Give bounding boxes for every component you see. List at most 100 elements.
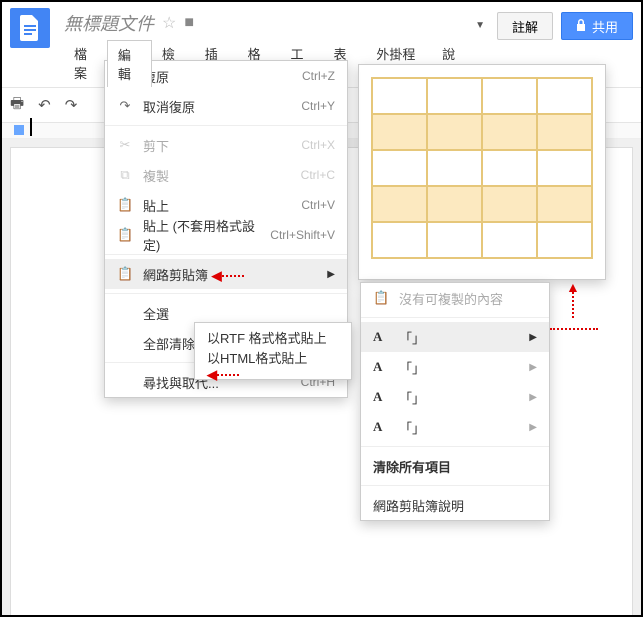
table-cell[interactable] (427, 186, 482, 222)
menu-paste-shortcut: Ctrl+V (301, 198, 335, 212)
cut-icon: ✂ (117, 137, 133, 153)
table-preview-grid[interactable] (371, 77, 593, 259)
submenu-paste-html-label: 以HTML格式貼上 ◀ (207, 348, 339, 383)
submenu-arrow-icon: ▶ (529, 392, 537, 403)
share-button[interactable]: 共用 (561, 12, 633, 40)
clip-help-label: 網路剪貼簿說明 (373, 496, 537, 515)
copy-icon: ⧉ (117, 167, 133, 183)
annotation-arrow-icon: ◀ (212, 268, 244, 284)
table-cell[interactable] (372, 186, 427, 222)
menu-paste-nf-shortcut: Ctrl+Shift+V (270, 228, 335, 242)
menu-separator (361, 446, 549, 447)
table-cell[interactable] (482, 114, 537, 150)
table-cell[interactable] (537, 186, 592, 222)
submenu-arrow-icon: ▶ (529, 362, 537, 373)
paste-html-text: 以HTML格式貼上 (207, 351, 307, 366)
clip-item-3-label: 「」 (399, 388, 519, 407)
annotation-horizontal-arrow (550, 328, 598, 330)
submenu-arrow-icon: ▶ (327, 269, 335, 280)
table-cell[interactable] (537, 150, 592, 186)
table-cell[interactable] (537, 222, 592, 258)
menu-copy: ⧉ 複製 Ctrl+C (105, 160, 347, 190)
table-cell[interactable] (427, 114, 482, 150)
doc-title[interactable]: 無標題文件 (64, 10, 154, 36)
menu-cut: ✂ 剪下 Ctrl+X (105, 130, 347, 160)
folder-icon[interactable]: ■ (184, 14, 194, 32)
clip-item-1[interactable]: A 「」 ▶ (361, 322, 549, 352)
paste-icon: 📋 (117, 197, 133, 213)
lock-icon (576, 19, 586, 34)
clip-item-3[interactable]: A 「」 ▶ (361, 382, 549, 412)
menu-copy-label: 複製 (143, 166, 291, 185)
menu-web-clipboard[interactable]: 📋 網路剪貼簿 ◀ ▶ (105, 259, 347, 289)
print-icon[interactable]: 🖶 (10, 93, 24, 118)
annotation-vertical-arrow: ▲ (566, 282, 580, 318)
menu-paste-no-format[interactable]: 📋 貼上 (不套用格式設定) Ctrl+Shift+V (105, 220, 347, 250)
table-cell[interactable] (427, 78, 482, 114)
menu-file[interactable]: 檔案 (64, 40, 107, 87)
table-cell[interactable] (427, 222, 482, 258)
paste-format-submenu: 以RTF 格式格式貼上 以HTML格式貼上 ◀ (194, 322, 352, 380)
header-right: ▼ 註解 共用 (475, 8, 633, 40)
redo-toolbar-icon[interactable]: ↷ (65, 96, 78, 114)
table-cell[interactable] (537, 78, 592, 114)
clip-help[interactable]: 網路剪貼簿說明 (361, 490, 549, 520)
arrow-shaft (572, 292, 574, 318)
text-a-icon: A (373, 359, 389, 375)
clip-clear-all[interactable]: 清除所有項目 (361, 451, 549, 481)
menu-separator (105, 254, 347, 255)
submenu-arrow-icon: ▶ (529, 422, 537, 433)
ruler-indent-marker[interactable] (14, 125, 24, 135)
undo-toolbar-icon[interactable]: ↶ (38, 96, 51, 114)
clip-clear-all-label: 清除所有項目 (373, 457, 537, 476)
menu-cut-shortcut: Ctrl+X (301, 138, 335, 152)
clip-nothing-label: 沒有可複製的內容 (399, 289, 537, 308)
menu-copy-shortcut: Ctrl+C (301, 168, 335, 182)
table-cell[interactable] (427, 150, 482, 186)
menu-separator (105, 125, 347, 126)
menu-separator (361, 317, 549, 318)
arrow-up-icon: ▲ (566, 282, 580, 292)
menu-separator (105, 293, 347, 294)
docs-logo[interactable] (10, 8, 50, 48)
comment-button[interactable]: 註解 (497, 12, 553, 40)
web-clipboard-submenu: 📋 沒有可複製的內容 A 「」 ▶ A 「」 ▶ A 「」 ▶ A 「」 ▶ 清… (360, 282, 550, 521)
menu-redo-label: 取消復原 (143, 97, 291, 116)
table-cell[interactable] (482, 222, 537, 258)
app-window: 無標題文件 ☆ ■ 檔案 編輯 檢視 插入 格式 工具 表格 外掛程式 說明 ▼… (0, 0, 643, 617)
table-cell[interactable] (372, 78, 427, 114)
submenu-paste-rtf-label: 以RTF 格式格式貼上 (207, 328, 339, 347)
table-preview-panel (358, 64, 606, 280)
menu-separator (361, 485, 549, 486)
header-caret-icon[interactable]: ▼ (475, 12, 489, 31)
table-cell[interactable] (537, 114, 592, 150)
menu-edit[interactable]: 編輯 (107, 40, 152, 87)
text-a-icon: A (373, 329, 389, 345)
menu-cut-label: 剪下 (143, 136, 291, 155)
table-cell[interactable] (482, 78, 537, 114)
submenu-arrow-icon: ▶ (529, 332, 537, 343)
table-cell[interactable] (482, 150, 537, 186)
star-icon[interactable]: ☆ (162, 13, 176, 33)
clipboard-empty-icon: 📋 (373, 290, 389, 306)
menu-redo[interactable]: ↷ 取消復原 Ctrl+Y (105, 91, 347, 121)
menu-select-all-label: 全選 (143, 304, 335, 323)
clip-item-4[interactable]: A 「」 ▶ (361, 412, 549, 442)
menu-redo-shortcut: Ctrl+Y (301, 99, 335, 113)
table-cell[interactable] (372, 114, 427, 150)
clip-item-2-label: 「」 (399, 358, 519, 377)
table-cell[interactable] (372, 222, 427, 258)
paste-plain-icon: 📋 (117, 227, 133, 243)
submenu-paste-html[interactable]: 以HTML格式貼上 ◀ (195, 351, 351, 379)
menu-undo-shortcut: Ctrl+Z (302, 69, 335, 83)
text-a-icon: A (373, 419, 389, 435)
share-label: 共用 (592, 17, 618, 36)
arrow-shaft (550, 328, 598, 330)
clip-item-2[interactable]: A 「」 ▶ (361, 352, 549, 382)
menu-web-clipboard-label: 網路剪貼簿 ◀ (143, 265, 317, 284)
clip-nothing: 📋 沒有可複製的內容 (361, 283, 549, 313)
table-cell[interactable] (482, 186, 537, 222)
clip-item-1-label: 「」 (399, 328, 519, 347)
table-cell[interactable] (372, 150, 427, 186)
text-cursor (30, 118, 32, 136)
